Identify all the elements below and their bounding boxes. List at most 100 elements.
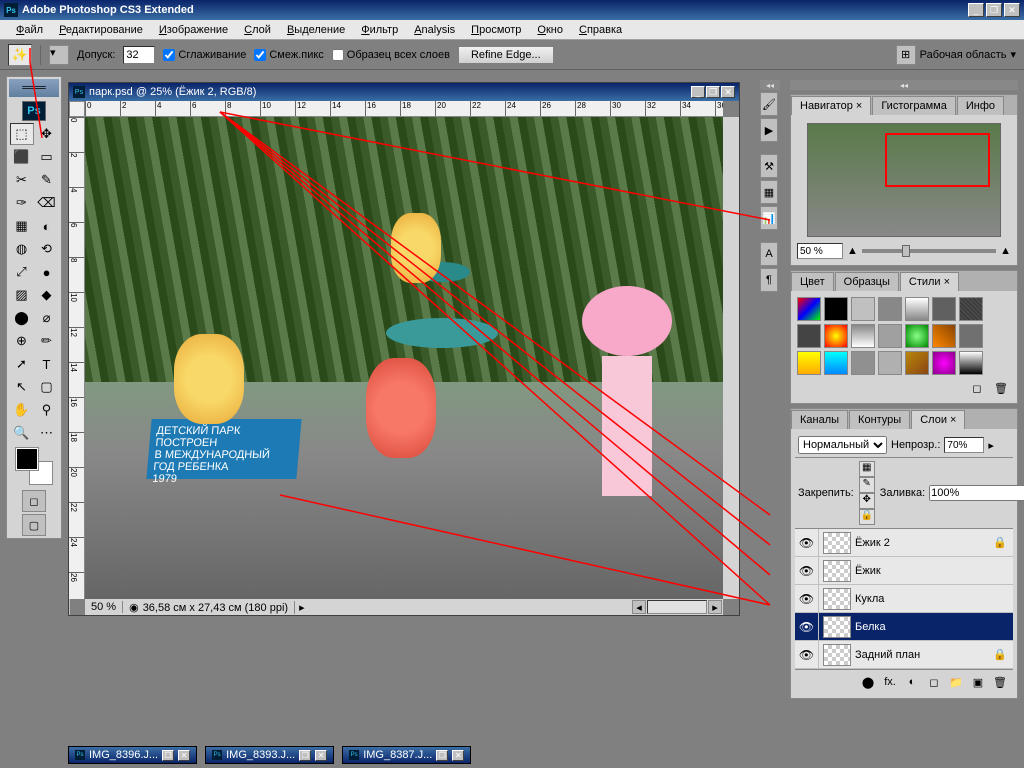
layer-name-label[interactable]: Кукла <box>855 593 993 605</box>
layer-thumbnail[interactable] <box>823 588 851 610</box>
layer-row-Ёжик 2[interactable]: 👁Ёжик 2🔒 <box>795 529 1013 557</box>
contiguous-checkbox[interactable]: Смеж.пикс <box>254 49 323 61</box>
tool-20[interactable]: ➚ <box>10 353 34 375</box>
info-tab[interactable]: Инфо <box>957 96 1004 115</box>
toolpresets-panel-icon[interactable]: ⚒ <box>760 154 778 178</box>
canvas[interactable]: ДЕТСКИЙ ПАРКПОСТРОЕНВ МЕЖДУНАРОДНЫЙГОД Р… <box>85 117 723 599</box>
layer-name-label[interactable]: Задний план <box>855 649 993 661</box>
workspace-dropdown-icon[interactable]: ▾ <box>1010 48 1016 61</box>
layer-name-label[interactable]: Ёжик <box>855 565 993 577</box>
histogram-tab[interactable]: Гистограмма <box>872 96 956 115</box>
minimized-doc-1[interactable]: PsIMG_8393.J...❐✕ <box>205 746 334 764</box>
ruler-vertical[interactable]: 02468101214161820222426 <box>69 117 85 599</box>
ruler-origin[interactable] <box>69 101 85 117</box>
foreground-color-swatch[interactable] <box>16 448 38 470</box>
fill-input[interactable] <box>929 485 1024 501</box>
color-tab[interactable]: Цвет <box>791 272 834 291</box>
style-swatch-1[interactable] <box>824 297 848 321</box>
blend-mode-select[interactable]: Нормальный <box>798 436 887 454</box>
tool-9[interactable]: ◐ <box>35 215 59 237</box>
layer-row-Задний план[interactable]: 👁Задний план🔒 <box>795 641 1013 669</box>
tool-1[interactable]: ✥ <box>35 123 59 145</box>
measure-panel-icon[interactable]: 📊 <box>760 206 778 230</box>
tool-12[interactable]: ⤢ <box>10 261 34 283</box>
style-swatch-15[interactable] <box>824 351 848 375</box>
style-swatch-3[interactable] <box>878 297 902 321</box>
tool-27[interactable]: ⋯ <box>35 422 59 444</box>
layer-row-Ёжик[interactable]: 👁 Ёжик <box>795 557 1013 585</box>
tool-6[interactable]: ✑ <box>10 192 34 214</box>
layer-thumbnail[interactable] <box>823 616 851 638</box>
screenmode-button[interactable]: ▢ <box>22 514 46 536</box>
tool-13[interactable]: ● <box>35 261 59 283</box>
style-swatch-14[interactable] <box>797 351 821 375</box>
layer-name-label[interactable]: Ёжик 2 <box>855 537 993 549</box>
style-swatch-7[interactable] <box>797 324 821 348</box>
menu-выделение[interactable]: Выделение <box>279 22 353 38</box>
layers-footer-btn-1[interactable]: fx. <box>880 673 900 691</box>
style-swatch-13[interactable] <box>959 324 983 348</box>
scrollbar-horizontal[interactable] <box>647 600 707 614</box>
tool-2[interactable]: ⬛ <box>10 146 34 168</box>
zoom-display[interactable]: 50 % <box>85 601 123 613</box>
all-layers-checkbox[interactable]: Образец всех слоев <box>332 49 450 61</box>
menu-слой[interactable]: Слой <box>236 22 279 38</box>
navigator-tab[interactable]: Навигатор × <box>791 96 871 115</box>
layer-thumbnail[interactable] <box>823 532 851 554</box>
document-titlebar[interactable]: Ps парк.psd @ 25% (Ёжик 2, RGB/8) _ ❐ ✕ <box>69 83 739 101</box>
current-tool-icon[interactable]: ✨ <box>8 44 32 66</box>
layer-row-Кукла[interactable]: 👁Кукла <box>795 585 1013 613</box>
tool-24[interactable]: ✋ <box>10 399 34 421</box>
menu-изображение[interactable]: Изображение <box>151 22 236 38</box>
style-swatch-18[interactable] <box>905 351 929 375</box>
style-swatch-10[interactable] <box>878 324 902 348</box>
toolbox-grip[interactable]: ═══ <box>9 79 59 97</box>
minimize-button[interactable]: _ <box>968 3 984 17</box>
lock-option-1[interactable]: ✎ <box>859 477 875 493</box>
style-swatch-8[interactable] <box>824 324 848 348</box>
menu-справка[interactable]: Справка <box>571 22 630 38</box>
layer-visibility-icon[interactable]: 👁 <box>795 529 819 556</box>
tolerance-input[interactable] <box>123 46 155 64</box>
tool-7[interactable]: ⌫ <box>35 192 59 214</box>
style-swatch-6[interactable] <box>959 297 983 321</box>
layer-visibility-icon[interactable]: 👁 <box>795 557 819 584</box>
navigator-preview[interactable] <box>807 123 1001 237</box>
style-swatch-2[interactable] <box>851 297 875 321</box>
doc-close-button[interactable]: ✕ <box>721 86 735 98</box>
tool-23[interactable]: ▢ <box>35 376 59 398</box>
minimized-doc-0[interactable]: PsIMG_8396.J...❐✕ <box>68 746 197 764</box>
antialias-checkbox[interactable]: Сглаживание <box>163 49 246 61</box>
style-swatch-16[interactable] <box>851 351 875 375</box>
layer-thumbnail[interactable] <box>823 560 851 582</box>
paths-tab[interactable]: Контуры <box>849 410 910 429</box>
swatches-tab[interactable]: Образцы <box>835 272 899 291</box>
workspace-label[interactable]: Рабочая область <box>920 49 1007 61</box>
close-button[interactable]: ✕ <box>1004 3 1020 17</box>
zoom-out-icon[interactable]: ▲ <box>847 245 858 257</box>
tool-18[interactable]: ⊕ <box>10 330 34 352</box>
info-dropdown-icon[interactable]: ▸ <box>299 601 305 614</box>
scrollbar-vertical[interactable] <box>723 117 739 599</box>
new-style-button[interactable]: ◻ <box>967 379 987 397</box>
tool-16[interactable]: ⬤ <box>10 307 34 329</box>
style-swatch-0[interactable] <box>797 297 821 321</box>
style-swatch-19[interactable] <box>932 351 956 375</box>
tool-10[interactable]: ◍ <box>10 238 34 260</box>
delete-style-button[interactable]: 🗑 <box>991 379 1011 397</box>
layer-row-Белка[interactable]: 👁Белка <box>795 613 1013 641</box>
layer-thumbnail[interactable] <box>823 644 851 666</box>
lock-option-2[interactable]: ✥ <box>859 493 875 509</box>
style-swatch-17[interactable] <box>878 351 902 375</box>
document-info[interactable]: ◉36,58 см x 27,43 см (180 ppi) <box>123 601 295 614</box>
style-swatch-12[interactable] <box>932 324 956 348</box>
tool-0[interactable]: ⬚ <box>10 123 34 145</box>
strip-expand-icon[interactable]: ◂◂ <box>760 80 780 90</box>
layers-footer-btn-3[interactable]: ◻ <box>924 673 944 691</box>
quickmask-button[interactable]: ◻ <box>22 490 46 512</box>
doc-maximize-button[interactable]: ❐ <box>706 86 720 98</box>
tool-25[interactable]: ⚲ <box>35 399 59 421</box>
tool-8[interactable]: ▦ <box>10 215 34 237</box>
layer-visibility-icon[interactable]: 👁 <box>795 613 819 640</box>
minimized-doc-2[interactable]: PsIMG_8387.J...❐✕ <box>342 746 471 764</box>
